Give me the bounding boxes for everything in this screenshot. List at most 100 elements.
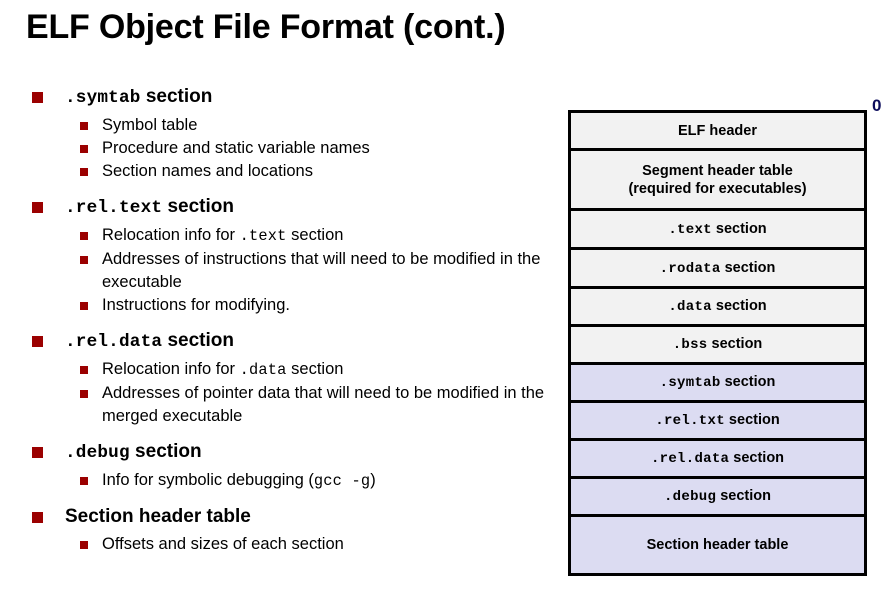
text-run: section [720,259,776,276]
diagram-row-section-header-table: Section header table [571,517,864,573]
text-run: Section header table [646,537,789,553]
diagram-row-label: ELF header [678,122,757,140]
bullet-level2: Info for symbolic debugging (gcc -g) [0,469,556,493]
diagram-row-label: .symtab section [660,373,776,392]
bullet-level2: Offsets and sizes of each section [0,533,556,556]
text-run: Addresses of instructions that will need… [102,250,541,291]
text-run: Section names and locations [102,162,313,180]
square-subbullet-icon [80,145,88,153]
diagram-row-rel-txt-section: .rel.txt section [571,403,864,441]
bullet-group-spacer [0,428,556,439]
bullet-level1-debug: .debug section [0,439,556,466]
diagram-row-data-section: .data section [571,289,864,327]
elf-object-file-diagram: ELF header Segment header table (required … [568,110,867,576]
text-run: Relocation info for [102,226,240,244]
square-bullet-icon [32,447,43,458]
diagram-row-label: .rel.data section [651,449,784,468]
bullet-level1-symtab: .symtab section [0,84,556,111]
code-text: .rel.txt [655,413,725,429]
text-run: section [129,441,202,462]
diagram-row-symtab-section: .symtab section [571,365,864,403]
square-subbullet-icon [80,302,88,310]
text-run: section [711,298,767,314]
code-text: .data [668,299,712,315]
square-subbullet-icon [80,232,88,240]
bullet-group-spacer [0,317,556,328]
square-bullet-icon [32,512,43,523]
bullet-level2: Section names and locations [0,160,556,183]
bullet-level2: Addresses of pointer data that will need… [0,382,556,428]
bullet-level2: Addresses of instructions that will need… [0,248,556,294]
text-run: (required for executables) [628,180,807,197]
square-subbullet-icon [80,122,88,130]
text-run: ELF header [678,122,757,139]
code-text: .debug [65,443,130,463]
text-run: section [162,330,234,351]
bullet-level2: Relocation info for .data section [0,358,556,382]
diagram-row-label: .rodata section [660,259,776,278]
page-title: ELF Object File Format (cont.) [26,8,506,46]
diagram-row-rodata-section: .rodata section [571,250,864,289]
diagram-row-elf-header: ELF header [571,113,864,151]
code-text: .data [239,361,287,379]
code-text: .symtab [659,375,721,391]
bullet-level2: Symbol table [0,114,556,137]
bullet-group-spacer [0,183,556,194]
diagram-row-bss-section: .bss section [571,327,864,365]
square-subbullet-icon [80,256,88,264]
square-bullet-icon [32,336,43,347]
text-run: section [711,220,767,237]
square-bullet-icon [32,202,43,213]
code-text: .debug [663,489,717,505]
code-text: .rel.data [650,451,730,467]
text-run: Segment header table [642,162,793,179]
bullet-level1-rel-data: .rel.data section [0,328,556,355]
offset-zero-label: 0 [872,96,882,115]
square-bullet-icon [32,92,43,103]
text-run: section [707,336,763,352]
square-subbullet-icon [80,541,88,549]
text-run: section [729,450,785,466]
code-text: .rel.data [65,332,163,352]
diagram-row-label: Section header table [647,536,789,554]
diagram-row-segment-header-table: Segment header table (required for execut… [571,151,864,211]
diagram-row-rel-data-section: .rel.data section [571,441,864,479]
text-run: section [720,374,776,390]
text-run: section [286,226,344,244]
bullet-level1-section-header-table: Section header table [0,504,556,530]
code-text: .text [239,227,287,245]
text-run: Relocation info for [102,360,240,378]
square-subbullet-icon [80,168,88,176]
bullet-level2: Procedure and static variable names [0,137,556,160]
bullet-level2: Instructions for modifying. [0,294,556,317]
diagram-row-label: .text section [668,220,766,239]
diagram-row-label: .bss section [673,335,763,354]
square-subbullet-icon [80,390,88,398]
text-run: Section header table [65,506,251,527]
diagram-row-text-section: .text section [571,211,864,250]
text-run: section [716,488,771,504]
code-text: .rodata [659,260,721,277]
diagram-row-label: .rel.txt section [655,411,779,430]
text-run: ) [370,471,376,489]
diagram-row-label: .data section [668,297,766,316]
text-run: section [162,196,234,217]
code-text: .text [668,221,712,238]
diagram-row-label: Segment header table (required for execut… [628,162,806,198]
square-subbullet-icon [80,477,88,485]
code-text: .symtab [65,88,141,108]
text-run: section [286,360,344,378]
text-run: section [140,86,213,107]
square-subbullet-icon [80,366,88,374]
text-run: section [724,412,780,428]
text-run: Addresses of pointer data that will need… [102,384,545,425]
code-text: .bss [672,337,708,353]
text-run: Procedure and static variable names [102,139,370,157]
bullet-level1-rel-text: .rel.text section [0,194,556,221]
diagram-row-label: .debug section [664,487,771,506]
code-text: .rel.text [65,198,163,218]
bullet-level2: Relocation info for .text section [0,224,556,248]
text-run: Offsets and sizes of each section [102,535,344,553]
text-run: Info for symbolic debugging ( [102,471,314,489]
diagram-row-debug-section: .debug section [571,479,864,517]
